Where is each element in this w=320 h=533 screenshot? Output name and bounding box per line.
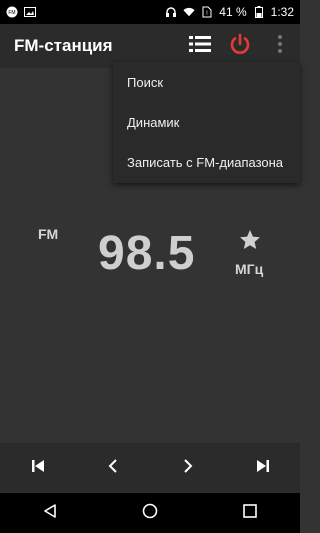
svg-text:FM: FM bbox=[8, 10, 15, 16]
recents-button[interactable] bbox=[235, 498, 265, 528]
overflow-menu-icon bbox=[277, 34, 283, 59]
seek-next-station-button[interactable] bbox=[247, 452, 279, 484]
wifi-icon bbox=[183, 6, 195, 18]
seek-previous-station-button[interactable] bbox=[22, 452, 54, 484]
channel-list-button[interactable] bbox=[186, 32, 214, 60]
skip-next-icon bbox=[256, 459, 270, 478]
menu-item-search[interactable]: Поиск bbox=[113, 62, 300, 102]
step-forward-icon bbox=[182, 458, 194, 479]
band-label: FM bbox=[38, 226, 59, 242]
svg-text:!: ! bbox=[206, 11, 208, 17]
status-bar: FM ! 41 % 1:32 bbox=[0, 0, 300, 24]
playback-controls bbox=[0, 443, 300, 493]
no-sim-icon: ! bbox=[201, 6, 213, 18]
back-button[interactable] bbox=[35, 498, 65, 528]
headphones-icon bbox=[165, 6, 177, 18]
star-icon bbox=[238, 230, 262, 256]
frequency-display: 98.5 bbox=[98, 227, 196, 280]
step-back-button[interactable] bbox=[97, 452, 129, 484]
back-icon bbox=[42, 503, 58, 524]
frequency-unit: МГц bbox=[235, 261, 264, 277]
battery-percent: 41 % bbox=[219, 5, 247, 19]
skip-previous-icon bbox=[31, 459, 45, 478]
notification-fm-icon: FM bbox=[6, 6, 18, 18]
menu-item-speaker[interactable]: Динамик bbox=[113, 102, 300, 142]
battery-icon bbox=[253, 6, 265, 18]
favorite-button[interactable] bbox=[238, 228, 262, 252]
recents-icon bbox=[243, 503, 257, 523]
page-title: FM-станция bbox=[14, 36, 113, 55]
step-back-icon bbox=[107, 458, 119, 479]
menu-item-record[interactable]: Записать с FM-диапазона bbox=[113, 142, 300, 182]
home-button[interactable] bbox=[135, 498, 165, 528]
navigation-bar bbox=[0, 493, 300, 533]
overflow-menu-button[interactable] bbox=[266, 32, 294, 60]
home-icon bbox=[142, 503, 158, 524]
step-forward-button[interactable] bbox=[172, 452, 204, 484]
clock: 1:32 bbox=[270, 5, 294, 19]
list-icon bbox=[189, 35, 211, 58]
power-button[interactable] bbox=[226, 32, 254, 60]
overflow-menu: Поиск Динамик Записать с FM-диапазона bbox=[113, 62, 300, 183]
power-icon bbox=[229, 33, 251, 60]
image-icon bbox=[24, 6, 36, 18]
